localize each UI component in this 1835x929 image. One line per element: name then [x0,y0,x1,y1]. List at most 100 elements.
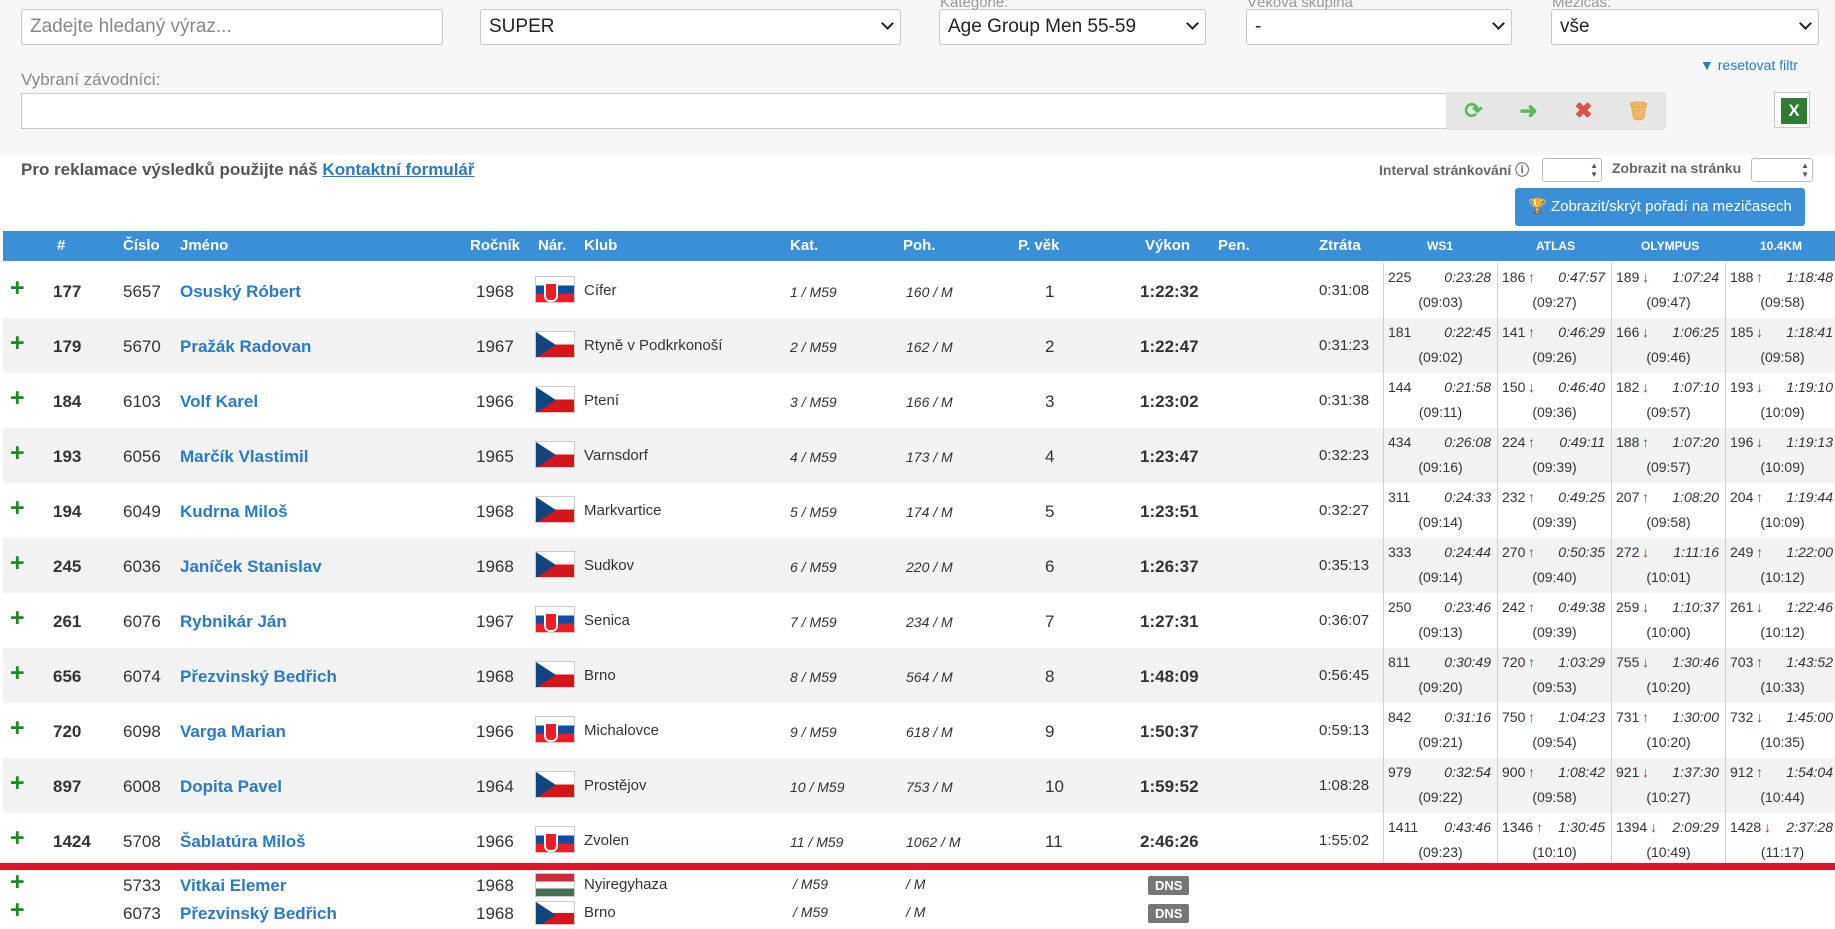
expand-plus-icon[interactable]: + [10,329,25,358]
split-position: 731 [1616,709,1640,725]
split-position: 144 [1388,379,1412,395]
arrow-down-icon: ↓ [1650,819,1657,835]
expand-plus-icon[interactable]: + [10,659,25,688]
split-cell: 150 ↓ 0:46:40 (09:36) [1497,373,1611,428]
split-position: 204 [1730,489,1754,505]
expand-plus-icon[interactable]: + [10,769,25,798]
category-select[interactable]: Kategorie: Age Group Men 55-59 [939,0,1206,45]
spin-up-icon[interactable]: ▲ [1590,162,1598,170]
contact-form-link[interactable]: Kontaktní formulář [322,160,474,179]
chevron-down-icon [1799,17,1812,30]
paging-interval-input[interactable]: ▲ ▼ [1542,158,1602,182]
racer-name-link[interactable]: Varga Marian [180,722,286,742]
expand-plus-icon[interactable]: + [10,494,25,523]
col-nation[interactable]: Nár. [538,237,566,254]
racer-name-link[interactable]: Volf Karel [180,392,258,412]
spin-down-icon[interactable]: ▼ [1801,171,1809,179]
racer-name-link[interactable]: Janíček Stanislav [180,557,322,577]
split-position: 186 [1502,269,1526,285]
split-cell: 249 ↑ 1:22:00 (10:12) [1725,538,1835,593]
col-loss[interactable]: Ztráta [1319,237,1361,254]
col-split-1[interactable]: WS1 [1427,239,1453,253]
expand-plus-icon[interactable]: + [10,274,25,303]
split-position: 141 [1502,324,1526,340]
split-cell: 979 0:32:54 (09:22) [1383,758,1497,813]
col-year[interactable]: Ročník [470,237,520,254]
age-rank: 10 [1045,777,1064,796]
complaint-notice: Pro reklamace výsledků použijte náš Kont… [21,160,475,179]
col-name[interactable]: Jméno [180,237,228,254]
time-loss: 0:56:45 [1319,667,1370,684]
category-rank: 10 / M59 [790,779,845,795]
racer-name-link[interactable]: Osuský Róbert [180,282,301,302]
split-pace: (09:39) [1532,459,1577,475]
col-age-rank[interactable]: P. věk [1018,237,1059,254]
expand-plus-icon[interactable]: + [10,384,25,413]
excel-export-button[interactable]: X [1774,92,1810,128]
racer-name-link[interactable]: Dopita Pavel [180,777,282,797]
refresh-icon[interactable]: ⟳ [1446,92,1501,130]
split-time: 0:30:49 [1444,654,1491,670]
race-select[interactable]: SUPER [480,9,901,45]
split-position: 311 [1388,489,1411,505]
col-bib[interactable]: Číslo [123,237,160,254]
arrow-down-icon: ↓ [1642,324,1649,340]
racer-name-link[interactable]: Marčík Vlastimil [180,447,309,467]
split-select[interactable]: Mezičas: vše [1551,0,1819,45]
close-icon[interactable]: ✖ [1556,92,1611,130]
col-split-2[interactable]: ATLAS [1536,239,1575,253]
expand-plus-icon[interactable]: + [10,714,25,743]
split-cell: 900 ↑ 1:08:42 (09:58) [1497,758,1611,813]
time-loss: 0:32:27 [1319,502,1370,519]
split-cell: 141 ↑ 0:46:29 (09:26) [1497,318,1611,373]
racer-name-link[interactable]: Pražák Radovan [180,337,311,357]
racer-name-link[interactable]: Přezvinský Bedřich [180,904,337,924]
split-time: 1:30:46 [1672,654,1719,670]
split-time: 0:47:57 [1558,269,1605,285]
bib-number: 5657 [123,282,161,301]
spin-down-icon[interactable]: ▼ [1590,171,1598,179]
search-input[interactable]: Zadejte hledaný výraz... [21,9,443,45]
split-cell: 1346 ↑ 1:30:45 (10:10) [1497,813,1611,868]
racer-name-link[interactable]: Vitkai Elemer [180,876,286,896]
expand-plus-icon[interactable]: + [10,604,25,633]
split-cell: 232 ↑ 0:49:25 (09:39) [1497,483,1611,538]
reset-filter-link[interactable]: ▼ resetovat filtr [1700,57,1798,73]
col-penalty[interactable]: Pen. [1218,237,1250,254]
filter-icon: ▼ [1700,57,1714,73]
age-group-select[interactable]: Věková skupina - [1246,0,1512,45]
toggle-split-ranks-button[interactable]: 🏆 Zobrazit/skrýt pořadí na mezičasech [1515,188,1805,226]
split-cell: 186 ↑ 0:47:57 (09:27) [1497,263,1611,318]
col-rank[interactable]: # [57,237,65,254]
expand-plus-icon[interactable]: + [10,868,25,897]
split-time: 0:46:29 [1558,324,1605,340]
col-result[interactable]: Výkon [1145,237,1190,254]
col-club[interactable]: Klub [584,237,617,254]
status-badge: DNS [1148,904,1190,923]
spin-up-icon[interactable]: ▲ [1801,162,1809,170]
expand-plus-icon[interactable]: + [10,549,25,578]
col-split-3[interactable]: OLYMPUS [1641,239,1699,253]
split-time: 0:46:40 [1558,379,1605,395]
racer-name-link[interactable]: Přezvinský Bedřich [180,667,337,687]
selected-racers-input[interactable] [21,93,1447,129]
racer-name-link[interactable]: Šablatúra Miloš [180,832,306,852]
filter-panel: Zadejte hledaný výraz... SUPER Kategorie… [0,0,1835,155]
expand-plus-icon[interactable]: + [10,439,25,468]
per-page-input[interactable]: ▲ ▼ [1751,158,1813,182]
arrow-right-icon[interactable]: ➜ [1501,92,1556,130]
racer-name-link[interactable]: Kudrna Miloš [180,502,288,522]
club: Brno [584,904,616,921]
split-pace: (09:02) [1418,349,1463,365]
col-gender[interactable]: Poh. [903,237,936,254]
rank: 193 [53,447,82,466]
result-time: 1:23:47 [1140,447,1199,466]
split-time: 0:23:28 [1444,269,1491,285]
racer-name-link[interactable]: Rybnikár Ján [180,612,287,632]
trash-icon[interactable]: 🗑 [1611,92,1666,130]
col-category[interactable]: Kat. [790,237,818,254]
expand-plus-icon[interactable]: + [10,896,25,925]
table-row: +6073 Přezvinský Bedřich 1968 Brno / M59 / M D… [3,896,1835,929]
col-split-4[interactable]: 10.4KM [1760,239,1802,253]
expand-plus-icon[interactable]: + [10,824,25,853]
